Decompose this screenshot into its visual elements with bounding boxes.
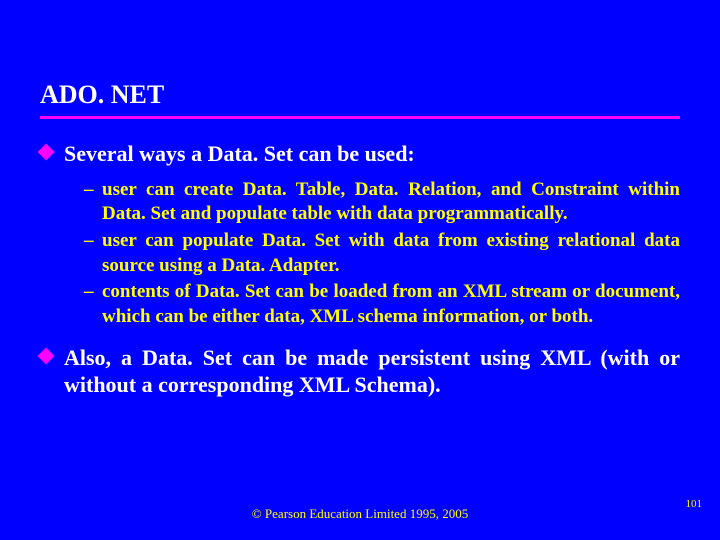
footer-copyright: © Pearson Education Limited 1995, 2005 (0, 506, 720, 522)
slide-body: Several ways a Data. Set can be used: – … (40, 140, 680, 409)
sub-bullet-3-text: contents of Data. Set can be loaded from… (102, 280, 680, 329)
bullet-2: Also, a Data. Set can be made persistent… (40, 344, 680, 399)
dash-icon: – (84, 280, 102, 305)
diamond-icon (38, 144, 55, 161)
bullet-1-text: Several ways a Data. Set can be used: (64, 140, 680, 168)
page-number: 101 (686, 498, 703, 510)
dash-icon: – (84, 178, 102, 203)
bullet-1: Several ways a Data. Set can be used: (40, 140, 680, 168)
sub-bullet-2-text: user can populate Data. Set with data fr… (102, 229, 680, 278)
slide-title: ADO. NET (40, 80, 680, 119)
sub-bullet-list: – user can create Data. Table, Data. Rel… (84, 178, 680, 330)
bullet-2-text: Also, a Data. Set can be made persistent… (64, 344, 680, 399)
sub-bullet-3: – contents of Data. Set can be loaded fr… (84, 280, 680, 329)
slide: ADO. NET Several ways a Data. Set can be… (0, 0, 720, 540)
sub-bullet-2: – user can populate Data. Set with data … (84, 229, 680, 278)
sub-bullet-1: – user can create Data. Table, Data. Rel… (84, 178, 680, 227)
sub-bullet-1-text: user can create Data. Table, Data. Relat… (102, 178, 680, 227)
diamond-icon (38, 347, 55, 364)
dash-icon: – (84, 229, 102, 254)
